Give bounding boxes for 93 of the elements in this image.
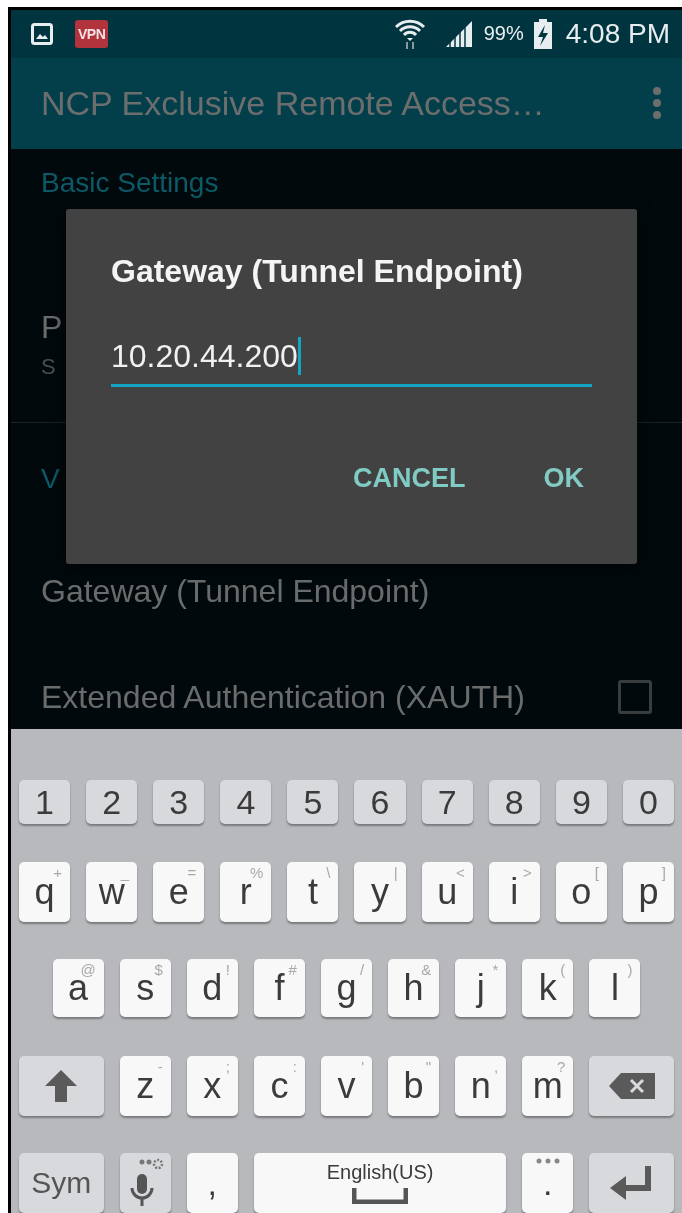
letter-key[interactable]: ( k — [522, 959, 574, 1017]
key-hint: = — [187, 865, 197, 880]
letter-key[interactable]: < u — [421, 862, 473, 922]
key-hint: ! — [225, 962, 230, 977]
shift-arrow-icon — [44, 1069, 79, 1103]
letter-key[interactable]: ! d — [186, 959, 238, 1017]
digit-key[interactable]: 9 — [555, 780, 607, 824]
letter-key[interactable]: ? m — [522, 1056, 574, 1116]
letter-key[interactable]: ] p — [622, 862, 674, 922]
digit-key[interactable]: 6 — [354, 780, 406, 824]
digit-key[interactable]: 5 — [287, 780, 339, 824]
letter-key[interactable]: ; x — [186, 1056, 238, 1116]
key-hint: ' — [361, 1059, 365, 1074]
more-dots-icon — [535, 1158, 560, 1164]
checkbox[interactable] — [618, 680, 652, 714]
setting-subtitle: S — [41, 354, 56, 380]
key-hint: \ — [326, 865, 331, 880]
setting-title: Gateway (Tunnel Endpoint) — [41, 572, 430, 610]
letter-key[interactable]: # f — [253, 959, 305, 1017]
key-hint: & — [421, 962, 432, 977]
key-hint: ? — [557, 1059, 566, 1074]
key-hint: | — [393, 865, 398, 880]
shift-key[interactable] — [19, 1056, 104, 1116]
letter-key[interactable]: >i — [488, 862, 540, 922]
key-hint: / — [359, 962, 365, 977]
letter-key[interactable]: $ s — [119, 959, 171, 1017]
letter-key[interactable]: , n — [455, 1056, 507, 1116]
letter-key[interactable]: % r — [220, 862, 272, 922]
wifi-icon — [393, 17, 426, 50]
letter-key[interactable]: = e — [153, 862, 205, 922]
sym-key[interactable]: Sym — [19, 1153, 104, 1213]
letter-key[interactable]: @ a — [52, 959, 104, 1017]
key-hint: : — [292, 1059, 297, 1074]
backspace-key[interactable] — [589, 1056, 674, 1116]
key-hint: _ — [120, 865, 130, 880]
section-header: Basic Settings — [41, 167, 219, 198]
input-field[interactable]: 10.20.44.200 — [111, 328, 592, 387]
key-hint: [ — [594, 865, 599, 880]
image-icon — [31, 22, 53, 45]
enter-key[interactable] — [589, 1153, 674, 1213]
letter-key[interactable]: ' v — [320, 1056, 373, 1116]
key-hint: @ — [80, 962, 96, 977]
mic-key[interactable] — [119, 1153, 171, 1213]
letter-key[interactable]: " b — [388, 1056, 440, 1116]
letter-key[interactable]: *j — [455, 959, 507, 1017]
letter-key[interactable]: / g — [320, 959, 373, 1017]
period-key[interactable]: . — [522, 1153, 574, 1213]
enter-icon — [609, 1166, 654, 1200]
section-header: V — [41, 463, 60, 494]
letter-key[interactable]: _ w — [86, 862, 138, 922]
key-hint: * — [492, 962, 499, 977]
space-bar-icon — [352, 1188, 409, 1204]
space-key[interactable]: English(US) — [253, 1153, 507, 1213]
letter-key[interactable]: : c — [253, 1056, 305, 1116]
key-hint: % — [250, 865, 264, 880]
digit-key[interactable]: 0 — [622, 780, 674, 824]
setting-title: Extended Authentication (XAUTH) — [41, 678, 525, 716]
key-hint: " — [425, 1059, 432, 1074]
key-hint: - — [157, 1059, 163, 1074]
battery-charging-icon — [533, 18, 552, 49]
letter-key[interactable]: - z — [119, 1056, 171, 1116]
clock-time: 4:08 PM — [565, 17, 670, 50]
key-hint: # — [288, 962, 297, 977]
key-hint: $ — [154, 962, 163, 977]
key-hint: ) — [627, 962, 633, 977]
letter-key[interactable]: [ o — [555, 862, 607, 922]
letter-key[interactable]: + q — [19, 862, 71, 922]
battery-percent: 99% — [483, 22, 524, 46]
digit-key[interactable]: 7 — [421, 780, 473, 824]
key-hint: , — [494, 1059, 499, 1074]
digit-key[interactable]: 1 — [19, 780, 71, 824]
letter-key[interactable]: | y — [354, 862, 406, 922]
key-hint: ; — [225, 1059, 230, 1074]
key-hint: > — [523, 865, 532, 880]
key-hint: < — [455, 865, 465, 880]
comma-key[interactable]: , — [186, 1153, 238, 1213]
dialog-button[interactable]: CANCEL — [353, 463, 466, 494]
dialog-title: Gateway (Tunnel Endpoint) — [111, 253, 524, 290]
key-hint: ] — [661, 865, 666, 880]
vpn-badge: VPN — [75, 19, 109, 48]
key-hint: + — [53, 865, 63, 880]
digit-key[interactable]: 8 — [488, 780, 540, 824]
letter-key[interactable]: )l — [589, 959, 641, 1017]
letter-key[interactable]: & h — [388, 959, 440, 1017]
app-title: NCP Exclusive Remote Access… — [41, 83, 546, 123]
letter-key[interactable]: \ t — [287, 862, 339, 922]
backspace-icon — [608, 1073, 655, 1099]
dialog-button[interactable]: OK — [543, 463, 584, 494]
setting-title: P — [41, 309, 63, 346]
key-hint: ( — [560, 962, 566, 977]
digit-key[interactable]: 3 — [153, 780, 205, 824]
digit-key[interactable]: 4 — [220, 780, 272, 824]
digit-key[interactable]: 2 — [86, 780, 138, 824]
